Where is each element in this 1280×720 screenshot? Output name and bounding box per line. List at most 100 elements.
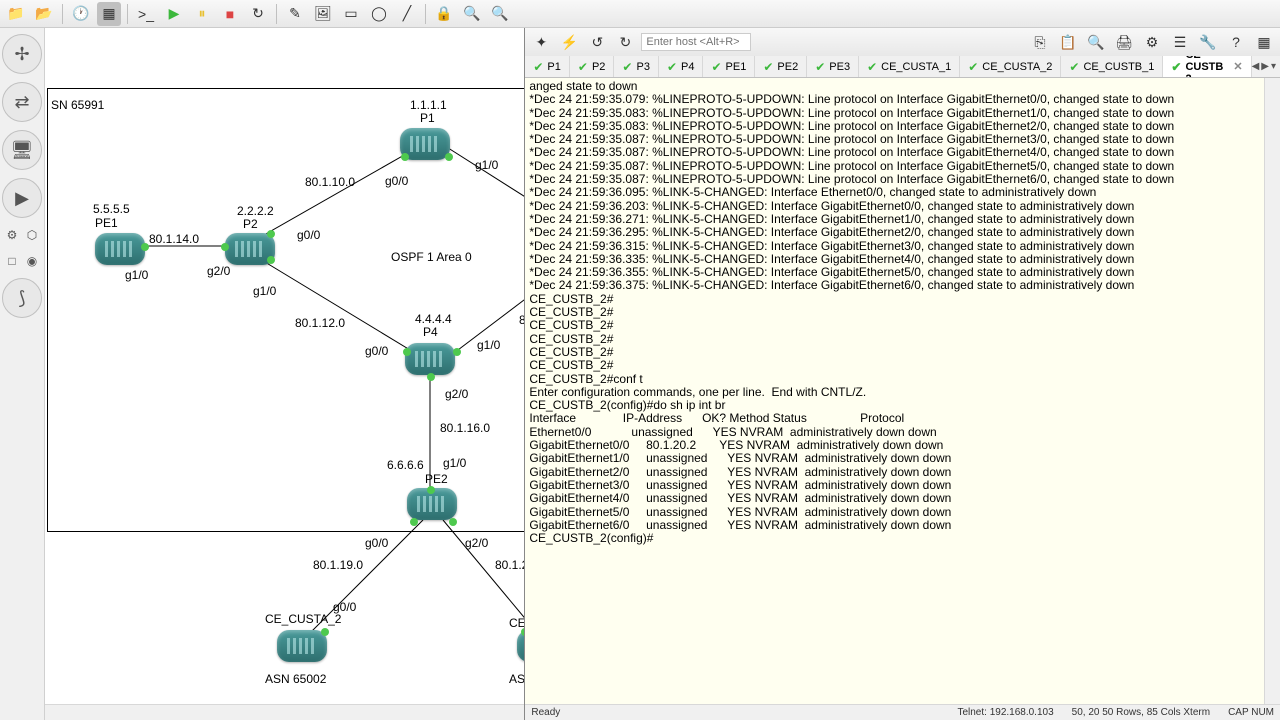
scrt-reconnect-icon[interactable]: ↺ <box>585 30 609 54</box>
scrt-disconnect-icon[interactable]: ↻ <box>613 30 637 54</box>
scrt-print-icon[interactable]: 🖨 <box>1112 30 1136 54</box>
scrt-copy-icon[interactable]: ⎘ <box>1028 30 1052 54</box>
misc3-icon[interactable]: □ <box>3 252 21 270</box>
misc2-icon[interactable]: ⬡ <box>23 226 41 244</box>
grid-icon[interactable]: ▦ <box>97 2 121 26</box>
if-p2-g20: g2/0 <box>207 264 230 278</box>
tab-status-icon: ✔ <box>815 60 825 74</box>
rect-icon[interactable]: ▭ <box>339 2 363 26</box>
play-icon[interactable]: ▶ <box>162 2 186 26</box>
tab-ce-custb-1[interactable]: ✔CE_CUSTB_1 <box>1061 56 1163 78</box>
if-pe2-g00: g0/0 <box>365 536 388 550</box>
pause-icon[interactable]: ⏸ <box>190 2 214 26</box>
status-bar: Ready Telnet: 192.168.0.103 50, 20 50 Ro… <box>525 704 1280 720</box>
gns3-toolbar: 📁 📂 🕐 ▦ >_ ▶ ⏸ ■ ↻ ✎ 🖼 ▭ ◯ ╱ 🔒 🔍 🔍 <box>0 0 1280 28</box>
if-pe2-g20: g2/0 <box>465 536 488 550</box>
pe1-ip: 5.5.5.5 <box>93 202 130 216</box>
p1-ip: 1.1.1.1 <box>410 98 447 112</box>
scrt-find-icon[interactable]: 🔍 <box>1084 30 1108 54</box>
zoom-out-icon[interactable]: 🔍 <box>488 2 512 26</box>
secure-crt-toolbar: ✦ ⚡ ↺ ↻ ⎘ 📋 🔍 🖨 ⚙ ☰ 🔧 ? ▦ <box>525 28 1280 56</box>
tab-status-icon: ✔ <box>968 60 978 74</box>
tab-p2[interactable]: ✔P2 <box>570 56 615 78</box>
status-ready: Ready <box>531 707 560 718</box>
p4-name: P4 <box>423 325 438 339</box>
tab-ce-custb-2[interactable]: ✔CE CUSTB 2✕ <box>1163 56 1251 78</box>
host-input[interactable] <box>641 33 751 51</box>
stop-icon[interactable]: ■ <box>218 2 242 26</box>
close-tab-icon[interactable]: ✕ <box>1233 60 1242 73</box>
reload-icon[interactable]: ↻ <box>246 2 270 26</box>
router-device-icon[interactable]: ✢ <box>2 34 42 74</box>
link-pe2-ca2: 80.1.19.0 <box>313 558 363 572</box>
scrt-launch-icon[interactable]: ✦ <box>529 30 553 54</box>
tab-pe3[interactable]: ✔PE3 <box>807 56 859 78</box>
tab-ce-custa-2[interactable]: ✔CE_CUSTA_2 <box>960 56 1061 78</box>
asn-top-label: SN 65991 <box>51 98 104 112</box>
scrt-paste-icon[interactable]: 📋 <box>1056 30 1080 54</box>
link-p4-pe2: 80.1.16.0 <box>440 421 490 435</box>
tab-p4[interactable]: ✔P4 <box>659 56 704 78</box>
pe2-name: PE2 <box>425 472 448 486</box>
tab-next-icon[interactable]: ▶ <box>1261 61 1269 72</box>
link-p3-p4: 80.1.13.0 <box>519 313 524 327</box>
tab-status-icon: ✔ <box>667 60 677 74</box>
p2-name: P2 <box>243 217 258 231</box>
scrt-filter-icon[interactable]: 🔧 <box>1196 30 1220 54</box>
if-p1-g10: g1/0 <box>475 158 498 172</box>
if-p2-g00: g0/0 <box>297 228 320 242</box>
misc4-icon[interactable]: ◉ <box>23 252 41 270</box>
tab-menu-icon[interactable]: ▾ <box>1271 61 1276 72</box>
p4-ip: 4.4.4.4 <box>415 312 452 326</box>
firewall-device-icon[interactable]: ▶ <box>2 178 42 218</box>
p1-name: P1 <box>420 111 435 125</box>
router-pe1[interactable] <box>95 233 145 265</box>
tab-status-icon: ✔ <box>578 60 588 74</box>
tab-pe1[interactable]: ✔PE1 <box>703 56 755 78</box>
router-p4[interactable] <box>405 343 455 375</box>
clock-icon[interactable]: 🕐 <box>69 2 93 26</box>
if-p4-g20: g2/0 <box>445 387 468 401</box>
link-pe2-cb2: 80.1.20.0 <box>495 558 524 572</box>
tab-status-icon: ✔ <box>1069 60 1079 74</box>
terminal-vscroll[interactable] <box>1264 78 1280 704</box>
open-project-icon[interactable]: 📂 <box>32 2 56 26</box>
switch-device-icon[interactable]: ⇄ <box>2 82 42 122</box>
cb2-asn: ASN 65003 <box>509 672 524 686</box>
scrt-bolt-icon[interactable]: ⚡ <box>557 30 581 54</box>
link-pe1-p2: 80.1.14.0 <box>149 232 199 246</box>
note-icon[interactable]: ✎ <box>283 2 307 26</box>
image-icon[interactable]: 🖼 <box>311 2 335 26</box>
pc-device-icon[interactable]: 🖥 <box>2 130 42 170</box>
scrt-settings-icon[interactable]: ⚙ <box>1140 30 1164 54</box>
ellipse-icon[interactable]: ◯ <box>367 2 391 26</box>
link-tool-icon[interactable]: ⟆ <box>2 278 42 318</box>
zoom-in-icon[interactable]: 🔍 <box>460 2 484 26</box>
scrt-grid-icon[interactable]: ▦ <box>1252 30 1276 54</box>
tab-status-icon: ✔ <box>867 60 877 74</box>
tab-p3[interactable]: ✔P3 <box>614 56 659 78</box>
lock-icon[interactable]: 🔒 <box>432 2 456 26</box>
scrt-help-icon[interactable]: ? <box>1224 30 1248 54</box>
canvas-hscroll[interactable] <box>45 704 524 720</box>
link-p2-p1: 80.1.10.0 <box>305 175 355 189</box>
if-pe1-g10: g1/0 <box>125 268 148 282</box>
if-p4-g00: g0/0 <box>365 344 388 358</box>
tab-pe2[interactable]: ✔PE2 <box>755 56 807 78</box>
p2-ip: 2.2.2.2 <box>237 204 274 218</box>
tab-status-icon: ✔ <box>1171 60 1181 74</box>
topology-canvas[interactable]: SN 65991 1.1.1.1 P1 2.2.2.2 P2 3.3.3.3 P… <box>45 28 524 720</box>
link-p2-p4: 80.1.12.0 <box>295 316 345 330</box>
line-icon[interactable]: ╱ <box>395 2 419 26</box>
router-ce-custa-2[interactable] <box>277 630 327 662</box>
tab-p1[interactable]: ✔P1 <box>525 56 570 78</box>
if-ca2-g00: g0/0 <box>333 600 356 614</box>
console-icon[interactable]: >_ <box>134 2 158 26</box>
new-project-icon[interactable]: 📁 <box>4 2 28 26</box>
scrt-sessions-icon[interactable]: ☰ <box>1168 30 1192 54</box>
tab-prev-icon[interactable]: ◀ <box>1252 61 1260 72</box>
tab-ce-custa-1[interactable]: ✔CE_CUSTA_1 <box>859 56 960 78</box>
pe2-ip: 6.6.6.6 <box>387 458 424 472</box>
misc1-icon[interactable]: ⚙ <box>3 226 21 244</box>
terminal-output[interactable]: anged state to down *Dec 24 21:59:35.079… <box>525 78 1280 704</box>
